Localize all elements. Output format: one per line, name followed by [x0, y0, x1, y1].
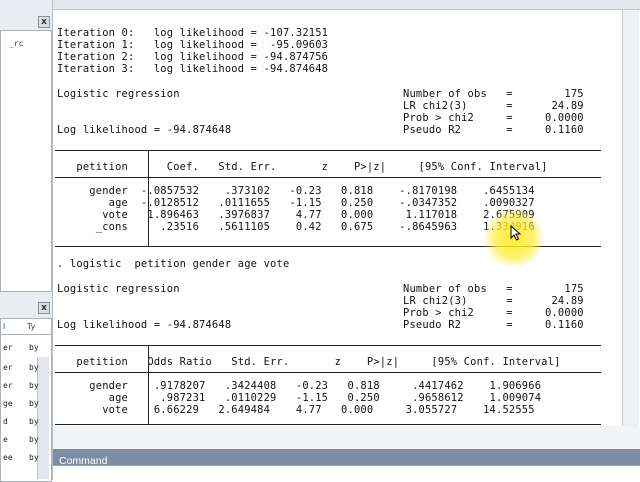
table-row: age .987231 .0110229 -1.15 0.250 .965861…: [57, 392, 542, 404]
variable-name[interactable]: er: [3, 343, 13, 352]
variables-list[interactable]: l Ty er by er by er by ge by d by e by e…: [0, 318, 52, 482]
table-rule: [55, 345, 601, 346]
model-stat: Pseudo R2 = 0.1160: [403, 124, 584, 136]
iteration-line: Iteration 2: log likelihood = -94.874756: [57, 51, 329, 63]
model-stat: Pseudo R2 = 0.1160: [403, 319, 584, 331]
table-row: _cons .23516 .5611105 0.42 0.675 -.86459…: [57, 221, 535, 233]
model-stat: Prob > chi2 = 0.0000: [403, 112, 584, 124]
table-rule: [55, 177, 601, 178]
pane-gap: [53, 426, 640, 449]
variable-name[interactable]: er: [3, 363, 13, 372]
variable-type: by: [29, 343, 39, 352]
left-panel: x _rc x l Ty er by er by er by ge by d b…: [0, 0, 53, 482]
variable-name[interactable]: e: [3, 435, 8, 444]
table-rule: [55, 424, 601, 425]
variable-name[interactable]: er: [3, 381, 13, 390]
variable-type: by: [29, 399, 39, 408]
iteration-line: Iteration 3: log likelihood = -94.874648: [57, 63, 329, 75]
variable-type: by: [29, 363, 39, 372]
variable-type: by: [29, 453, 39, 462]
table-row: vote 1.896463 .3976837 4.77 0.000 1.1170…: [57, 209, 535, 221]
table-rule: [55, 372, 601, 373]
table-row: gender .9178207 .3424408 -0.23 0.818 .44…: [57, 380, 542, 392]
variable-name[interactable]: ee: [3, 453, 13, 462]
table-header: petition Coef. Std. Err. z P>|z| [95% Co…: [57, 161, 548, 173]
log-likelihood: Log likelihood = -94.874648: [57, 124, 232, 136]
table-row: gender -.0857532 .373102 -0.23 0.818 -.8…: [57, 185, 535, 197]
variables-name-header[interactable]: l: [3, 322, 5, 331]
iteration-line: Iteration 1: log likelihood = -95.09603: [57, 39, 329, 51]
close-icon[interactable]: x: [38, 302, 50, 314]
iteration-line: Iteration 0: log likelihood = -107.32151: [57, 27, 329, 39]
model-stat: Prob > chi2 = 0.0000: [403, 307, 584, 319]
review-item[interactable]: _rc: [9, 39, 23, 48]
variables-type-header[interactable]: Ty: [27, 322, 35, 331]
results-scrollbar[interactable]: [622, 10, 639, 426]
variable-name[interactable]: d: [3, 417, 8, 426]
model-stat: Number of obs = 175: [403, 283, 584, 295]
review-list[interactable]: _rc: [0, 30, 52, 292]
command-echo: . logistic petition gender age vote: [57, 258, 290, 270]
model-stat: Number of obs = 175: [403, 88, 584, 100]
results-window[interactable]: Iteration 0: log likelihood = -107.32151…: [53, 10, 635, 426]
window-top-strip: [0, 0, 640, 10]
command-window-titlebar: Command: [53, 449, 640, 467]
variable-name[interactable]: ge: [3, 399, 13, 408]
variable-type: by: [29, 435, 39, 444]
model-stat: LR chi2(3) = 24.89: [403, 295, 584, 307]
table-row: vote 6.66229 2.649484 4.77 0.000 3.05572…: [57, 404, 535, 416]
close-icon[interactable]: x: [38, 16, 50, 28]
variable-type: by: [29, 381, 39, 390]
model-title: Logistic regression: [57, 283, 180, 295]
log-likelihood: Log likelihood = -94.874648: [57, 319, 232, 331]
table-rule: [55, 150, 601, 151]
variable-type: by: [29, 417, 39, 426]
mouse-cursor-icon: [510, 225, 522, 241]
table-row: age -.0128512 .0111655 -1.15 0.250 -.034…: [57, 197, 535, 209]
model-stat: LR chi2(3) = 24.89: [403, 100, 584, 112]
model-title: Logistic regression: [57, 88, 180, 100]
command-input[interactable]: [53, 465, 640, 481]
table-header: petition Odds Ratio Std. Err. z P>|z| [9…: [57, 356, 561, 368]
